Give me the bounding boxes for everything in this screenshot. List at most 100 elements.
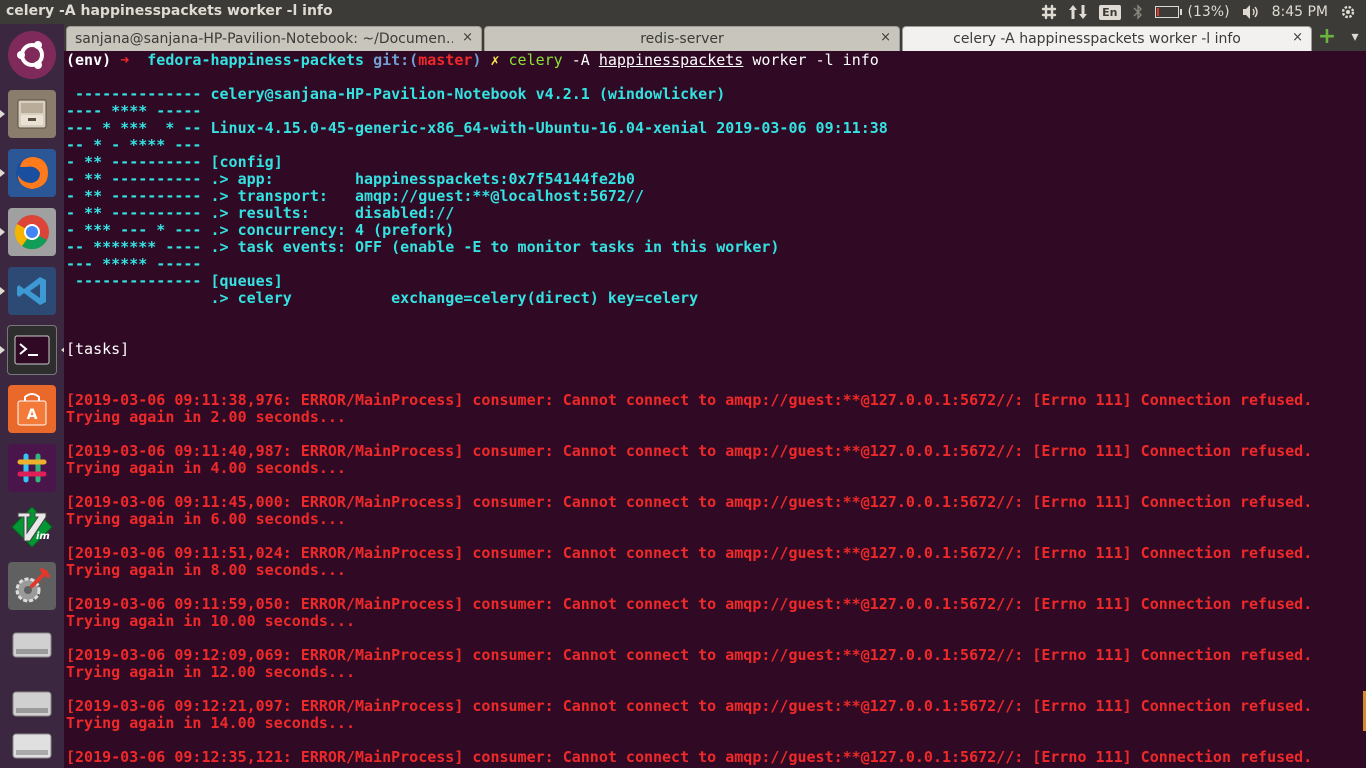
firefox-icon xyxy=(8,149,56,197)
power-gear-icon[interactable] xyxy=(1340,0,1356,24)
retry-line: Trying again in 8.00 seconds... xyxy=(66,561,346,579)
new-tab-button[interactable]: + xyxy=(1316,26,1338,48)
network-transfer-icon[interactable] xyxy=(1069,0,1088,24)
launcher-item-slack[interactable] xyxy=(7,443,57,493)
bluetooth-icon[interactable] xyxy=(1133,0,1143,24)
running-indicator xyxy=(0,346,5,354)
prompt-rest-args: worker -l info xyxy=(743,51,879,69)
launcher-item-vim[interactable]: im xyxy=(7,502,57,552)
prompt-arg: -A xyxy=(562,51,599,69)
retry-line: Trying again in 4.00 seconds... xyxy=(66,459,346,477)
svg-text:A: A xyxy=(27,407,38,423)
prompt-arrow: ➜ xyxy=(120,51,148,69)
tab-home-shell[interactable]: sanjana@sanjana-HP-Pavilion-Notebook: ~/… xyxy=(66,26,482,51)
svg-text:im: im xyxy=(36,531,50,542)
tasks-header: [tasks] xyxy=(66,340,130,358)
banner-line: -------------- celery@sanjana-HP-Pavilio… xyxy=(66,85,726,103)
top-panel: celery -A happinesspackets worker -l inf… xyxy=(0,0,1366,24)
vscode-icon xyxy=(8,267,56,315)
tab-bar: sanjana@sanjana-HP-Pavilion-Notebook: ~/… xyxy=(64,24,1366,51)
volume-icon[interactable] xyxy=(1242,0,1260,24)
banner-line: - ** ---------- .> transport: amqp://gue… xyxy=(66,187,644,205)
battery-percent: (13%) xyxy=(1187,4,1230,20)
error-log-line: [2019-03-06 09:11:59,050: ERROR/MainProc… xyxy=(66,595,1313,613)
prompt-app-arg: happinesspackets xyxy=(598,51,744,69)
banner-line: - ** ---------- [config] xyxy=(66,153,283,171)
vim-icon: im xyxy=(8,503,56,551)
prompt-command: celery xyxy=(508,51,563,69)
terminal-output[interactable]: (env) ➜ fedora-happiness-packets git:(ma… xyxy=(64,51,1366,768)
launcher-item-system-settings[interactable] xyxy=(7,561,57,611)
window-title: celery -A happinesspackets worker -l inf… xyxy=(6,3,333,19)
keyboard-layout-icon[interactable]: En xyxy=(1099,0,1121,24)
launcher-item-drive-1[interactable] xyxy=(7,620,57,670)
clock[interactable]: 8:45 PM xyxy=(1272,0,1328,24)
launcher-item-ubuntu-dash[interactable] xyxy=(7,30,57,80)
tab-redis-server[interactable]: redis-server × xyxy=(484,26,900,51)
launcher-item-firefox[interactable] xyxy=(0,148,57,198)
launcher: A im xyxy=(0,24,66,768)
error-log-line: [2019-03-06 09:11:51,024: ERROR/MainProc… xyxy=(66,544,1313,562)
launcher-item-terminal[interactable] xyxy=(0,325,66,375)
banner-line: --- * *** * -- Linux-4.15.0-45-generic-x… xyxy=(66,119,888,137)
error-log-line: [2019-03-06 09:12:09,069: ERROR/MainProc… xyxy=(66,646,1313,664)
banner-line: ---- **** ----- xyxy=(66,102,202,120)
banner-line: - ** ---------- .> app: happinesspackets… xyxy=(66,170,635,188)
retry-line: Trying again in 2.00 seconds... xyxy=(66,408,346,426)
running-indicator xyxy=(0,287,5,295)
hard-drive-icon xyxy=(8,724,56,768)
error-log-line: [2019-03-06 09:11:38,976: ERROR/MainProc… xyxy=(66,391,1313,409)
launcher-item-vscode[interactable] xyxy=(0,266,57,316)
slack-icon[interactable] xyxy=(1041,0,1057,24)
prompt-env: (env) xyxy=(66,51,121,69)
error-log-line: [2019-03-06 09:11:40,987: ERROR/MainProc… xyxy=(66,442,1313,460)
running-indicator xyxy=(0,169,5,177)
error-log-line: [2019-03-06 09:12:21,097: ERROR/MainProc… xyxy=(66,697,1313,715)
wrench-gear-icon xyxy=(8,562,56,610)
battery-icon xyxy=(1154,6,1182,18)
battery-fill xyxy=(1156,8,1160,16)
error-log-line: [2019-03-06 09:12:35,121: ERROR/MainProc… xyxy=(66,748,1313,766)
battery-indicator[interactable]: (13%) xyxy=(1154,0,1230,24)
slack-icon xyxy=(8,444,56,492)
terminal-icon xyxy=(7,325,57,375)
launcher-item-software-center[interactable]: A xyxy=(7,384,57,434)
ubuntu-logo-icon xyxy=(8,31,56,79)
tab-close-button[interactable]: × xyxy=(462,30,473,45)
launcher-item-chrome[interactable] xyxy=(0,207,57,257)
prompt-branch: master xyxy=(418,51,473,69)
chrome-icon xyxy=(8,208,56,256)
error-log-line: [2019-03-06 09:11:45,000: ERROR/MainProc… xyxy=(66,493,1313,511)
tab-close-button[interactable]: × xyxy=(880,30,891,45)
launcher-item-drive-3[interactable] xyxy=(7,724,57,768)
prompt-git-prefix: git:( xyxy=(373,51,419,69)
banner-line: - ** ---------- .> results: disabled:// xyxy=(66,204,455,222)
launcher-item-files[interactable] xyxy=(0,89,57,139)
banner-line: - *** --- * --- .> concurrency: 4 (prefo… xyxy=(66,221,455,239)
running-indicator xyxy=(0,228,5,236)
panel-indicators: En (13%) 8:45 PM xyxy=(1041,0,1366,24)
prompt-dirty-mark: ✗ xyxy=(490,51,509,69)
retry-line: Trying again in 10.00 seconds... xyxy=(66,612,355,630)
hard-drive-icon xyxy=(8,680,56,728)
tab-close-button[interactable]: × xyxy=(1292,30,1303,45)
banner-line: -- ******* ---- .> task events: OFF (ena… xyxy=(66,238,780,256)
prompt-line: (env) ➜ fedora-happiness-packets git:(ma… xyxy=(66,52,879,69)
retry-line: Trying again in 14.00 seconds... xyxy=(66,714,355,732)
tab-menu-button[interactable]: ▾ xyxy=(1344,26,1366,48)
prompt-git-suffix: ) xyxy=(472,51,491,69)
retry-line: Trying again in 12.00 seconds... xyxy=(66,663,355,681)
banner-line: -------------- [queues] xyxy=(66,272,283,290)
running-indicator xyxy=(0,110,5,118)
file-cabinet-icon xyxy=(8,90,56,138)
launcher-item-drive-2[interactable] xyxy=(7,679,57,729)
shopping-bag-icon: A xyxy=(8,385,56,433)
tab-label: redis-server xyxy=(640,31,724,47)
prompt-dir: fedora-happiness-packets xyxy=(147,51,374,69)
hard-drive-icon xyxy=(8,621,56,669)
banner-line: --- ***** ----- xyxy=(66,255,202,273)
tab-label: celery -A happinesspackets worker -l inf… xyxy=(953,31,1241,47)
retry-line: Trying again in 6.00 seconds... xyxy=(66,510,346,528)
tab-label: sanjana@sanjana-HP-Pavilion-Notebook: ~/… xyxy=(75,31,453,47)
tab-celery-worker[interactable]: celery -A happinesspackets worker -l inf… xyxy=(902,26,1312,51)
